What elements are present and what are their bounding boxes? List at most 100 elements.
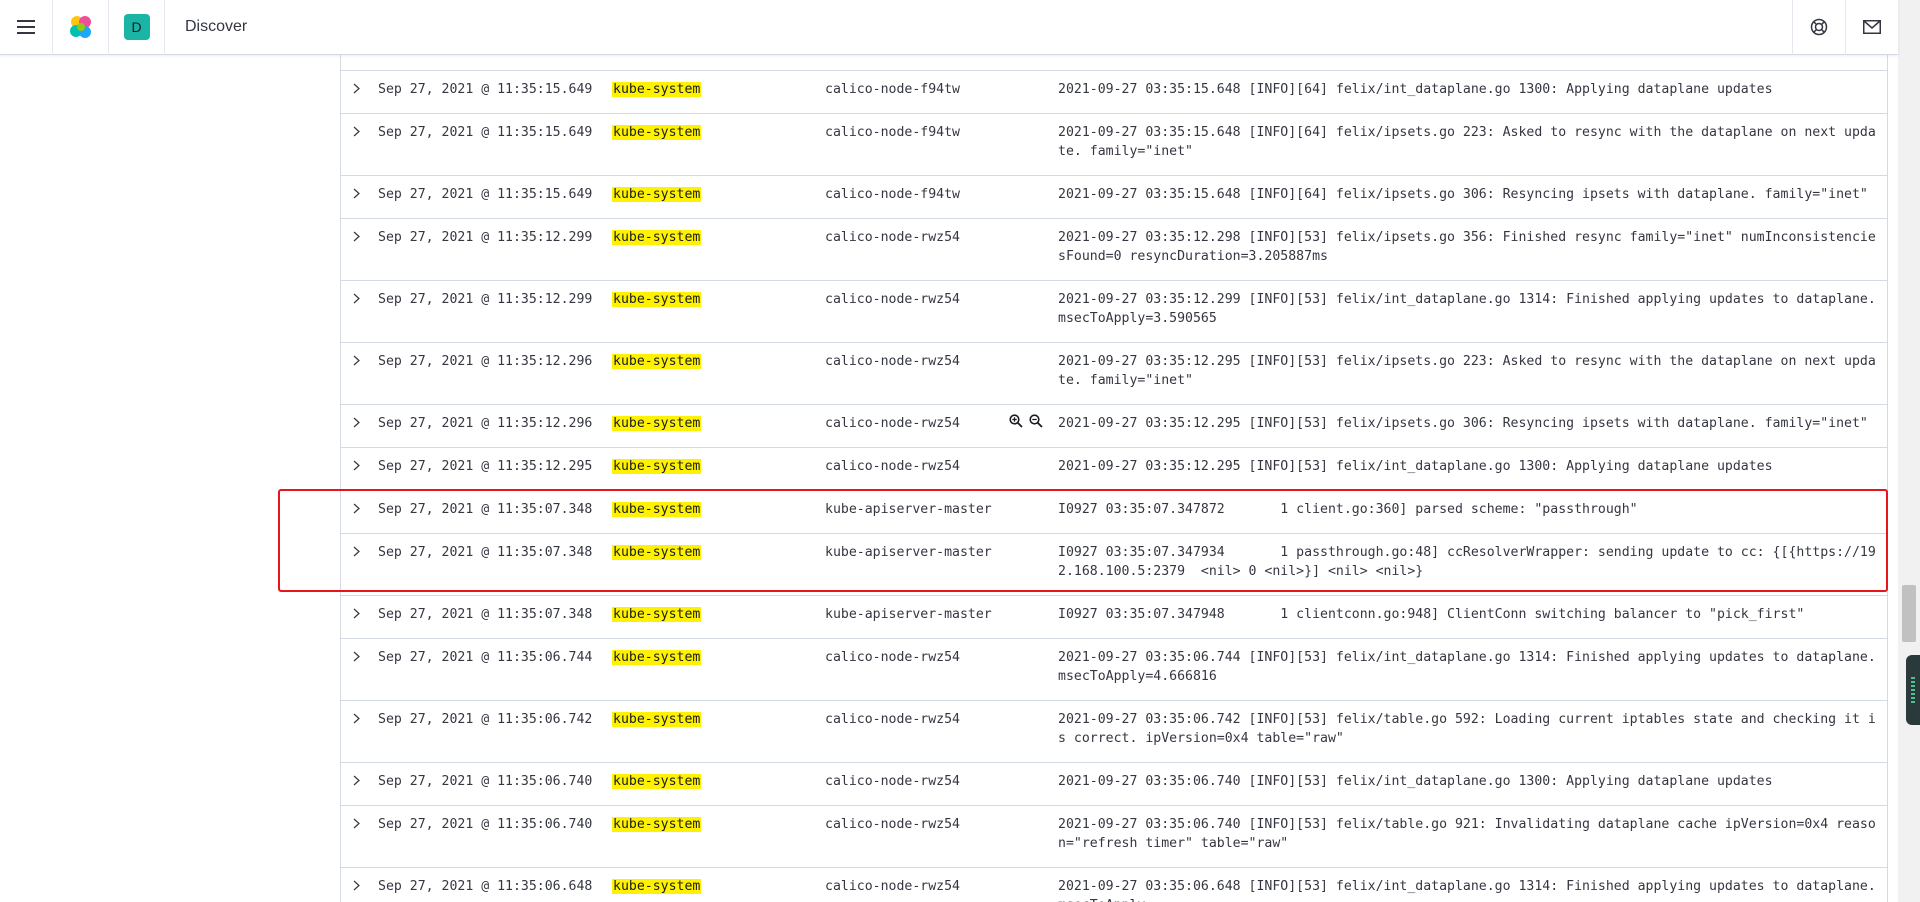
namespace-cell: kube-system — [612, 877, 702, 896]
vertical-scrollbar[interactable] — [1898, 0, 1920, 902]
timestamp-cell: Sep 27, 2021 @ 11:35:12.299 — [378, 230, 593, 245]
log-table: Sep 27, 2021 @ 11:35:15.649 kube-system … — [340, 55, 1888, 902]
namespace-highlight: kube-system — [612, 292, 702, 307]
chevron-right-icon — [353, 713, 360, 723]
namespace-cell: kube-system — [612, 648, 702, 667]
home-logo-link[interactable] — [53, 0, 109, 55]
zoom-in-icon[interactable] — [1009, 414, 1023, 428]
chevron-right-icon — [353, 503, 360, 513]
pod-name-cell: calico-node-rwz54 — [825, 459, 960, 474]
expand-row-button[interactable] — [349, 543, 363, 559]
namespace-cell: kube-system — [612, 228, 702, 247]
namespace-cell: kube-system — [612, 414, 702, 433]
scrollbar-thumb[interactable] — [1902, 585, 1916, 642]
chevron-right-icon — [353, 83, 360, 93]
pod-name-cell: calico-node-rwz54 — [825, 650, 960, 665]
message-cell: 2021-09-27 03:35:12.295 [INFO][53] felix… — [1058, 416, 1868, 431]
space-selector[interactable]: D — [109, 0, 165, 55]
pod-name-cell: kube-apiserver-master — [825, 545, 992, 560]
expand-row-button[interactable] — [349, 815, 363, 831]
table-row: Sep 27, 2021 @ 11:35:12.299 kube-system … — [341, 219, 1887, 281]
chevron-right-icon — [353, 546, 360, 556]
expand-row-button[interactable] — [349, 228, 363, 244]
chevron-right-icon — [353, 188, 360, 198]
namespace-highlight: kube-system — [612, 712, 702, 727]
help-button[interactable] — [1792, 0, 1845, 55]
page-title: Discover — [185, 18, 248, 35]
expand-row-button[interactable] — [349, 772, 363, 788]
namespace-highlight: kube-system — [612, 187, 702, 202]
timestamp-cell: Sep 27, 2021 @ 11:35:15.649 — [378, 187, 593, 202]
expand-row-button[interactable] — [349, 877, 363, 893]
table-row: Sep 27, 2021 @ 11:35:15.649 kube-system … — [341, 114, 1887, 176]
namespace-highlight: kube-system — [612, 502, 702, 517]
expand-row-button[interactable] — [349, 123, 363, 139]
timestamp-cell: Sep 27, 2021 @ 11:35:07.348 — [378, 545, 593, 560]
pod-name-cell: calico-node-f94tw — [825, 82, 960, 97]
namespace-highlight: kube-system — [612, 459, 702, 474]
chevron-right-icon — [353, 775, 360, 785]
table-row: Sep 27, 2021 @ 11:35:12.295 kube-system … — [341, 448, 1887, 491]
expand-row-button[interactable] — [349, 414, 363, 430]
message-cell: I0927 03:35:07.347948 1 clientconn.go:94… — [1058, 607, 1805, 622]
side-widget-tab[interactable] — [1906, 655, 1920, 725]
chevron-right-icon — [353, 417, 360, 427]
message-cell: 2021-09-27 03:35:06.740 [INFO][53] felix… — [1058, 774, 1773, 789]
namespace-highlight: kube-system — [612, 817, 702, 832]
table-row: Sep 27, 2021 @ 11:35:06.742 kube-system … — [341, 701, 1887, 763]
expand-row-button[interactable] — [349, 605, 363, 621]
namespace-cell: kube-system — [612, 815, 702, 834]
expand-row-button[interactable] — [349, 648, 363, 664]
expand-row-button[interactable] — [349, 500, 363, 516]
menu-button[interactable] — [0, 0, 53, 55]
message-cell: I0927 03:35:07.347872 1 client.go:360] p… — [1058, 502, 1638, 517]
message-cell: 2021-09-27 03:35:15.648 [INFO][64] felix… — [1058, 82, 1773, 97]
namespace-highlight: kube-system — [612, 125, 702, 140]
chevron-right-icon — [353, 651, 360, 661]
expand-row-button[interactable] — [349, 80, 363, 96]
timestamp-cell: Sep 27, 2021 @ 11:35:06.648 — [378, 879, 593, 894]
namespace-cell: kube-system — [612, 290, 702, 309]
pod-name-cell: calico-node-f94tw — [825, 187, 960, 202]
timestamp-cell: Sep 27, 2021 @ 11:35:12.296 — [378, 416, 593, 431]
message-cell: 2021-09-27 03:35:15.648 [INFO][64] felix… — [1058, 187, 1868, 202]
newsfeed-button[interactable] — [1845, 0, 1898, 55]
expand-row-button[interactable] — [349, 352, 363, 368]
message-cell: 2021-09-27 03:35:06.740 [INFO][53] felix… — [1058, 817, 1876, 851]
timestamp-cell: Sep 27, 2021 @ 11:35:06.742 — [378, 712, 593, 727]
pod-name-cell: calico-node-f94tw — [825, 125, 960, 140]
namespace-cell: kube-system — [612, 457, 702, 476]
table-row: Sep 27, 2021 @ 11:35:07.348 kube-system … — [341, 534, 1887, 596]
table-row: Sep 27, 2021 @ 11:35:15.649 kube-system … — [341, 176, 1887, 219]
message-cell: 2021-09-27 03:35:06.744 [INFO][53] felix… — [1058, 650, 1884, 684]
namespace-highlight: kube-system — [612, 607, 702, 622]
namespace-highlight: kube-system — [612, 545, 702, 560]
timestamp-cell: Sep 27, 2021 @ 11:35:06.740 — [378, 817, 593, 832]
table-row: Sep 27, 2021 @ 11:35:07.348 kube-system … — [341, 596, 1887, 639]
space-avatar: D — [123, 14, 150, 40]
expand-row-button[interactable] — [349, 185, 363, 201]
namespace-cell: kube-system — [612, 80, 702, 99]
expand-row-button[interactable] — [349, 290, 363, 306]
pod-name-cell: calico-node-rwz54 — [825, 230, 960, 245]
table-row: Sep 27, 2021 @ 11:35:15.649 kube-system … — [341, 71, 1887, 114]
namespace-highlight: kube-system — [612, 230, 702, 245]
namespace-cell: kube-system — [612, 543, 702, 562]
chevron-right-icon — [353, 293, 360, 303]
message-cell: 2021-09-27 03:35:12.295 [INFO][53] felix… — [1058, 459, 1773, 474]
timestamp-cell: Sep 27, 2021 @ 11:35:07.348 — [378, 502, 593, 517]
namespace-highlight: kube-system — [612, 774, 702, 789]
chevron-right-icon — [353, 608, 360, 618]
expand-row-button[interactable] — [349, 457, 363, 473]
namespace-cell: kube-system — [612, 710, 702, 729]
timestamp-cell: Sep 27, 2021 @ 11:35:06.744 — [378, 650, 593, 665]
chevron-right-icon — [353, 126, 360, 136]
table-row: Sep 27, 2021 @ 11:35:06.740 kube-system … — [341, 763, 1887, 806]
timestamp-cell: Sep 27, 2021 @ 11:35:12.295 — [378, 459, 593, 474]
pod-name-cell: calico-node-rwz54 — [825, 712, 960, 727]
chevron-right-icon — [353, 355, 360, 365]
expand-row-button[interactable] — [349, 710, 363, 726]
chevron-right-icon — [353, 880, 360, 890]
zoom-out-icon[interactable] — [1029, 414, 1043, 428]
pod-name-cell: calico-node-rwz54 — [825, 354, 960, 369]
